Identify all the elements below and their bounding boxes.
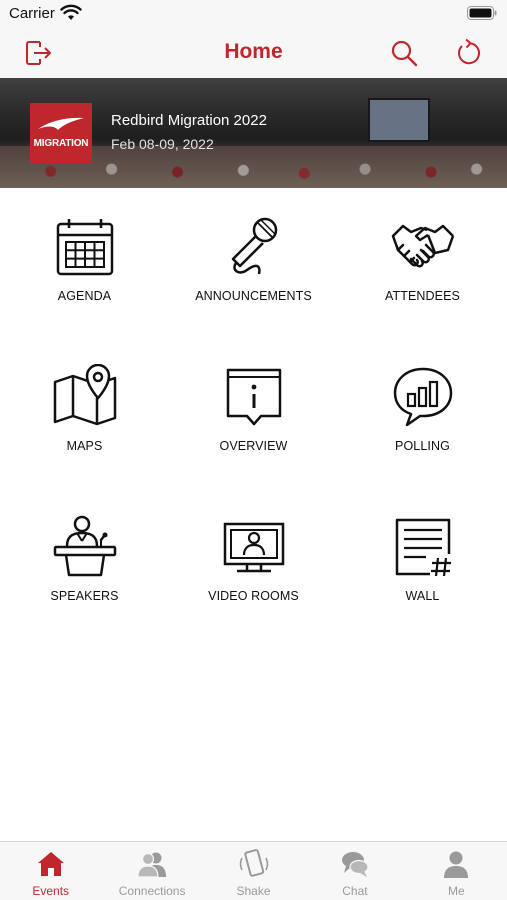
wall-post-icon [395, 518, 451, 577]
poll-chart-icon [393, 367, 452, 427]
wifi-icon [60, 4, 82, 20]
video-monitor-icon [223, 522, 284, 573]
tile-attendees[interactable]: ATTENDEES [338, 188, 507, 338]
tile-label: OVERVIEW [219, 439, 288, 453]
shake-phone-icon [239, 849, 268, 877]
tab-label: Connections [118, 884, 186, 898]
tab-me[interactable]: Me [406, 842, 507, 900]
people-icon [137, 852, 167, 878]
tile-maps[interactable]: MAPS [0, 338, 169, 488]
event-dates: Feb 08-09, 2022 [111, 136, 214, 152]
tile-polling[interactable]: POLLING [338, 338, 507, 488]
podium-speaker-icon [53, 515, 116, 577]
page-title: Home [224, 40, 283, 63]
tile-label: AGENDA [57, 289, 112, 303]
tile-label: ANNOUNCEMENTS [195, 289, 312, 303]
calendar-icon [56, 219, 113, 276]
tile-label: POLLING [395, 439, 450, 453]
tile-label: WALL [405, 589, 440, 603]
tab-chat[interactable]: Chat [304, 842, 405, 900]
tab-shake[interactable]: Shake [203, 842, 304, 900]
tile-speakers[interactable]: SPEAKERS [0, 488, 169, 638]
tab-bar: Events Connections Shake Chat Me [0, 841, 507, 900]
search-icon [391, 40, 418, 67]
tab-label: Me [447, 884, 465, 898]
map-pin-icon [53, 363, 116, 426]
search-button[interactable] [387, 36, 421, 70]
refresh-button[interactable] [451, 36, 485, 70]
nav-bar: Home [0, 28, 507, 78]
battery-icon [467, 6, 497, 20]
tile-label: ATTENDEES [385, 289, 460, 303]
tab-connections[interactable]: Connections [101, 842, 202, 900]
handshake-icon [391, 224, 454, 268]
status-bar: Carrier [0, 0, 507, 28]
bird-swoosh-icon [38, 117, 84, 130]
tile-overview[interactable]: OVERVIEW [169, 338, 338, 488]
tile-wall[interactable]: WALL [338, 488, 507, 638]
tile-agenda[interactable]: AGENDA [0, 188, 169, 338]
tab-label: Events [32, 884, 70, 898]
tile-label: VIDEO ROOMS [208, 589, 299, 603]
tile-announcements[interactable]: ANNOUNCEMENTS [169, 188, 338, 338]
event-logo-text: MIGRATION [33, 138, 89, 149]
chat-bubbles-icon [341, 852, 369, 877]
microphone-icon [231, 217, 277, 275]
event-name: Redbird Migration 2022 [111, 112, 267, 129]
home-icon [37, 852, 64, 876]
tab-events[interactable]: Events [0, 842, 101, 900]
tab-label: Chat [342, 884, 368, 898]
refresh-icon [458, 38, 480, 65]
carrier-label: Carrier [9, 5, 55, 22]
tile-label: SPEAKERS [50, 589, 119, 603]
tile-label: MAPS [66, 439, 103, 453]
tile-video-rooms[interactable]: VIDEO ROOMS [169, 488, 338, 638]
info-icon [226, 368, 281, 426]
tab-label: Shake [236, 884, 271, 898]
event-logo: MIGRATION [30, 103, 92, 163]
person-icon [444, 851, 469, 878]
